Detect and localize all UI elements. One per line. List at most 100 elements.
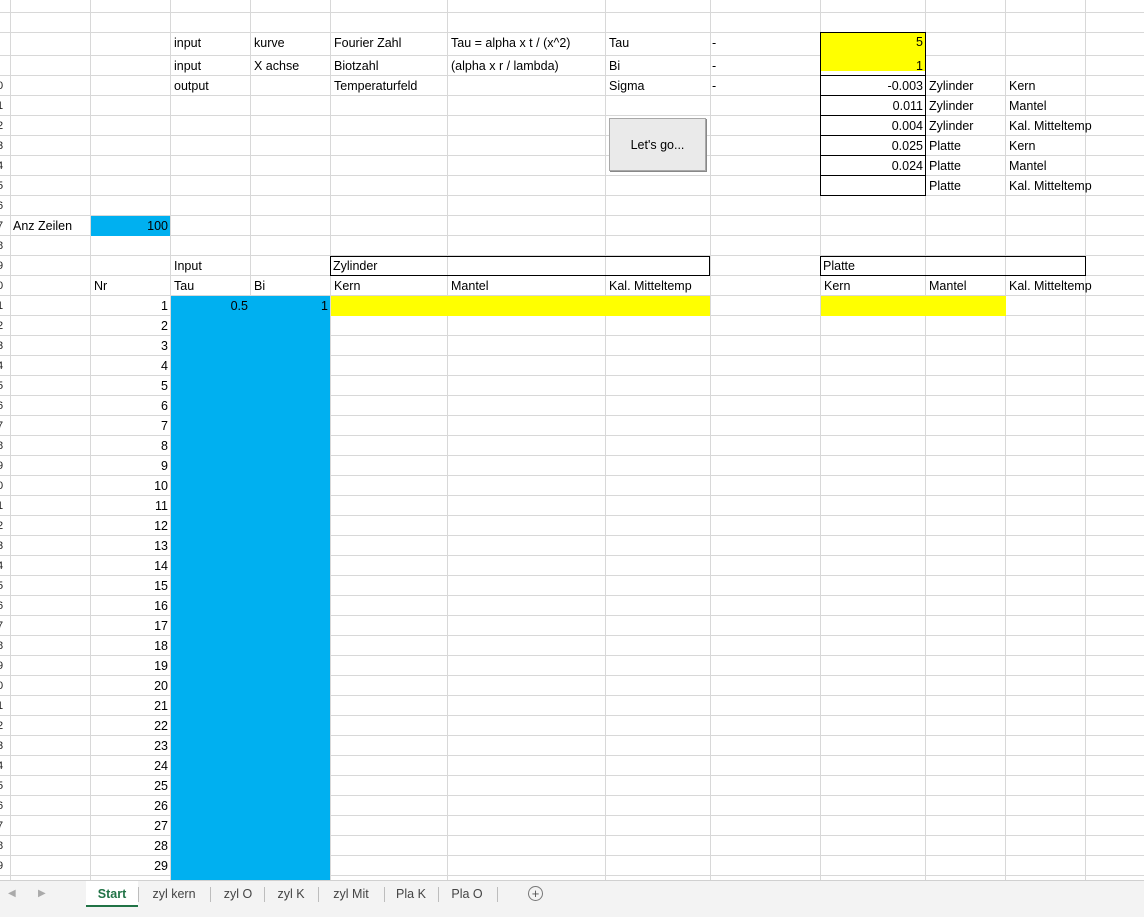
sigma-value[interactable] [821,176,923,196]
nr-cell[interactable]: 29 [91,856,168,876]
row-header[interactable]: 7 [0,216,8,236]
sigma-value[interactable]: 0.011 [821,96,923,116]
nr-cell[interactable]: 25 [91,776,168,796]
nr-cell[interactable]: 12 [91,516,168,536]
sigma-value[interactable]: 0.025 [821,136,923,156]
sigma-value[interactable]: -0.003 [821,76,923,96]
row-header-label: 9 [0,260,4,272]
row-header[interactable]: 0 [0,476,8,496]
nr-cell[interactable]: 14 [91,556,168,576]
sigma-value[interactable]: 0.004 [821,116,923,136]
row-header[interactable]: 1 [0,696,8,716]
row-header[interactable]: 7 [0,816,8,836]
row-header[interactable]: 6 [0,596,8,616]
row-header[interactable]: 9 [0,856,8,876]
r1-c: Fourier Zahl [334,36,402,50]
nr-cell[interactable]: 13 [91,536,168,556]
nr-cell[interactable]: 9 [91,456,168,476]
row-header[interactable]: 9 [0,456,8,476]
tab-zyl-k[interactable]: zyl K [266,881,316,907]
row-header[interactable]: 5 [0,576,8,596]
nr-cell[interactable]: 27 [91,816,168,836]
sigma-location: Kal. Mitteltemp [1009,119,1092,133]
row-header[interactable]: 8 [0,836,8,856]
nr-cell[interactable]: 8 [91,436,168,456]
nr-cell[interactable]: 10 [91,476,168,496]
nr-cell[interactable]: 24 [91,756,168,776]
lets-go-button[interactable]: Let's go... [609,118,706,171]
row-header[interactable]: 6 [0,196,8,216]
row-header[interactable]: 4 [0,156,8,176]
tab-pla-o[interactable]: Pla O [440,881,494,907]
row-header-label: 5 [0,780,4,792]
row-header[interactable]: 5 [0,376,8,396]
row-header[interactable]: 4 [0,356,8,376]
scroll-left-icon[interactable]: ◀ [8,881,16,907]
tab-pla-k[interactable]: Pla K [386,881,436,907]
tab-start[interactable]: Start [86,881,138,907]
nr-cell[interactable]: 7 [91,416,168,436]
row-header[interactable]: 2 [0,116,8,136]
row-header[interactable]: 1 [0,496,8,516]
nr-cell[interactable]: 5 [91,376,168,396]
row-header[interactable]: 8 [0,436,8,456]
nr-cell[interactable]: 26 [91,796,168,816]
nr-cell[interactable]: 22 [91,716,168,736]
sigma-value[interactable]: 0.024 [821,156,923,176]
row-header[interactable]: 0 [0,76,8,96]
row-header[interactable]: 0 [0,676,8,696]
row-header[interactable]: 7 [0,616,8,636]
row-header[interactable]: 6 [0,796,8,816]
row-header[interactable]: 8 [0,636,8,656]
nr-cell[interactable]: 16 [91,596,168,616]
row-header[interactable]: 2 [0,516,8,536]
row-header[interactable]: 5 [0,776,8,796]
row-header[interactable]: 9 [0,256,8,276]
anz-zeilen-value[interactable]: 100 [91,216,168,236]
nr-cell[interactable]: 23 [91,736,168,756]
sigma-row-border [820,175,926,176]
bi-value[interactable]: 1 [821,56,923,76]
nr-cell[interactable]: 18 [91,636,168,656]
row-header[interactable]: 3 [0,536,8,556]
nr-cell[interactable]: 6 [91,396,168,416]
plus-circle-icon[interactable]: + [528,886,543,901]
nr-cell[interactable]: 2 [91,316,168,336]
tab-zyl-o[interactable]: zyl O [212,881,264,907]
nr-cell[interactable]: 17 [91,616,168,636]
nr-cell[interactable]: 20 [91,676,168,696]
nr-cell[interactable]: 3 [91,336,168,356]
row-header[interactable]: 4 [0,556,8,576]
nr-cell[interactable]: 15 [91,576,168,596]
row-header[interactable]: 9 [0,656,8,676]
row-header[interactable]: 2 [0,716,8,736]
tab-zyl-kern[interactable]: zyl kern [140,881,208,907]
row-header[interactable]: 4 [0,756,8,776]
row-header[interactable]: 8 [0,236,8,256]
nr-cell[interactable]: 4 [91,356,168,376]
row-header-label: 6 [0,400,4,412]
nr-cell[interactable]: 28 [91,836,168,856]
row-header[interactable]: 0 [0,276,8,296]
nr-cell[interactable]: 1 [91,296,168,316]
scroll-right-icon[interactable]: ▶ [38,881,46,907]
row-header[interactable]: 1 [0,296,8,316]
row-header[interactable]: 5 [0,176,8,196]
tau-value[interactable]: 5 [821,32,923,52]
row-header[interactable]: 2 [0,316,8,336]
row-header[interactable]: 3 [0,136,8,156]
nr-cell[interactable]: 21 [91,696,168,716]
tab-zyl-mit[interactable]: zyl Mit [320,881,382,907]
nr-cell[interactable]: 19 [91,656,168,676]
spreadsheet-grid[interactable]: 0123456789012345678901234567890123456789… [0,0,1144,880]
row-header[interactable]: 1 [0,96,8,116]
row-header-label: 5 [0,580,4,592]
nr-cell[interactable]: 11 [91,496,168,516]
first-tau[interactable]: 0.5 [171,296,248,316]
row-header[interactable]: 3 [0,736,8,756]
row-header[interactable]: 3 [0,336,8,356]
row-header[interactable]: 7 [0,416,8,436]
grid-row-line [0,235,1144,236]
row-header[interactable]: 6 [0,396,8,416]
first-bi[interactable]: 1 [251,296,328,316]
